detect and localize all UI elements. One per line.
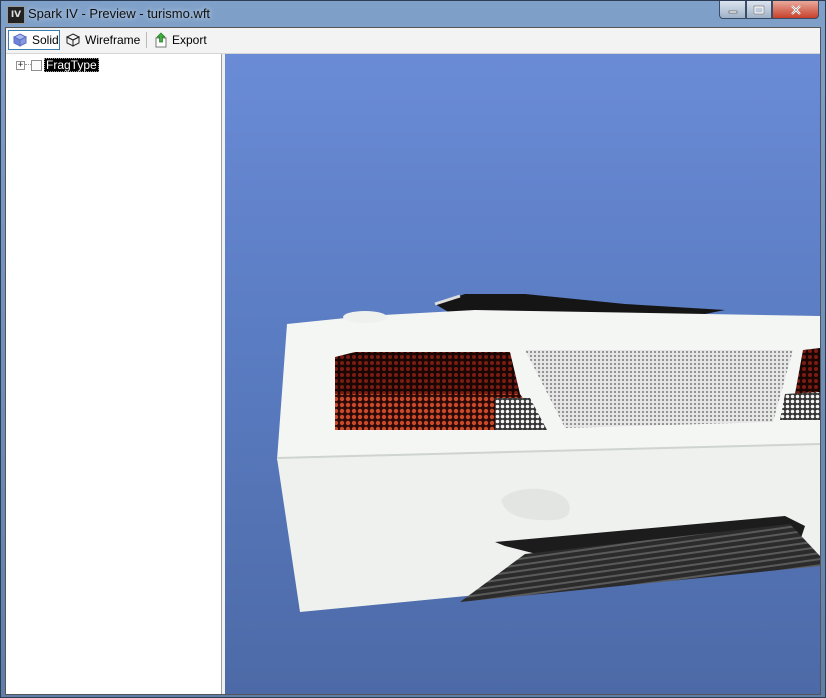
expand-icon[interactable]: + [16,60,25,70]
export-label: Export [172,33,207,47]
toolbar: Solid Wireframe Export [6,28,820,54]
wireframe-label: Wireframe [85,33,141,47]
scene-tree[interactable]: + FragType [6,54,222,694]
title-bar[interactable]: IV Spark IV - Preview - turismo.wft [1,1,825,27]
tree-item-label[interactable]: FragType [44,58,99,72]
close-icon [790,4,801,15]
minimize-button[interactable] [719,1,746,19]
client-area: Solid Wireframe Export + FragType [5,27,821,695]
tree-item-fragtype[interactable]: + FragType [16,58,99,72]
export-button[interactable]: Export [152,30,214,50]
toolbar-separator [146,32,147,48]
solid-button[interactable]: Solid [8,30,60,50]
app-icon: IV [7,6,25,24]
tree-item-checkbox[interactable] [31,59,42,71]
maximize-icon [753,5,765,14]
close-button[interactable] [772,1,819,19]
maximize-button[interactable] [746,1,772,19]
caption-buttons [719,1,819,19]
solid-cube-icon [12,33,28,47]
wireframe-cube-icon [65,33,81,47]
tail-light-left-top [335,352,520,394]
window-title: Spark IV - Preview - turismo.wft [28,6,211,21]
export-icon [155,32,167,48]
license-plate-mesh [525,350,793,428]
body-bump [343,311,387,323]
reverse-light-right [780,392,820,420]
preview-window: IV Spark IV - Preview - turismo.wft Soli… [0,0,826,698]
car-model-render [276,294,820,612]
3d-viewport[interactable] [225,54,820,694]
tail-light-left-lower [335,398,495,430]
solid-label: Solid [32,33,59,47]
wireframe-button[interactable]: Wireframe [62,30,142,50]
minimize-icon [728,10,737,13]
